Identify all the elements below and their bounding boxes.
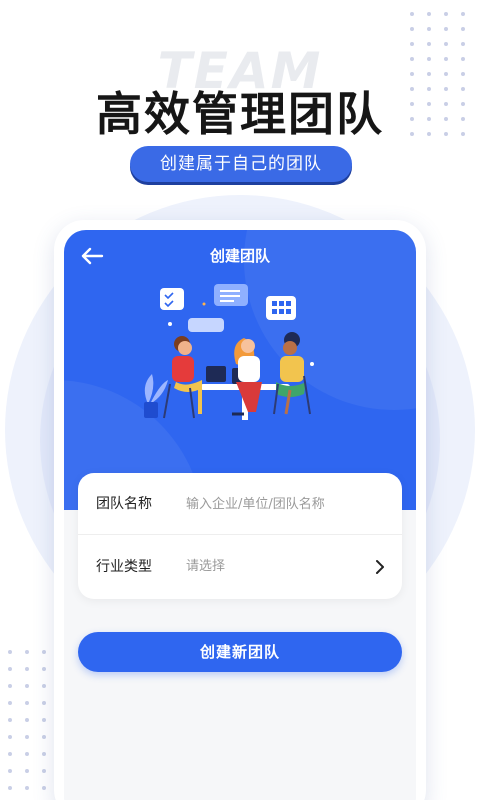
phone-mockup: 创建团队 团队名称 输入企业/单位/团队名称 行业类型 请选择 创建新团队: [54, 220, 426, 800]
team-name-label: 团队名称: [96, 496, 152, 512]
decorative-dot: [8, 650, 12, 654]
decorative-dot: [25, 735, 29, 739]
team-meeting-illustration: [144, 284, 314, 420]
decorative-dot: [25, 786, 29, 790]
team-name-row: 团队名称: [78, 473, 402, 535]
create-team-button[interactable]: 创建新团队: [78, 632, 402, 672]
decorative-dot: [25, 650, 29, 654]
decorative-dot: [25, 769, 29, 773]
decorative-dot: [42, 684, 46, 688]
decorative-dot: [42, 701, 46, 705]
decorative-dot: [8, 769, 12, 773]
nav-title: 创建团队: [209, 247, 270, 265]
decorative-dot: [461, 27, 465, 31]
decorative-dot: [25, 701, 29, 705]
decorative-dot: [8, 718, 12, 722]
decorative-dot: [410, 12, 414, 16]
decorative-dot: [42, 718, 46, 722]
headline: 高效管理团队: [96, 87, 384, 141]
industry-type-label: 行业类型: [96, 559, 152, 575]
decorative-dot: [42, 769, 46, 773]
decorative-dot: [25, 752, 29, 756]
app-screen: 创建团队 团队名称 输入企业/单位/团队名称 行业类型 请选择 创建新团队: [64, 230, 416, 800]
decorative-dot: [25, 667, 29, 671]
decorative-dot-grid: [8, 650, 46, 790]
decorative-dot: [410, 27, 414, 31]
decorative-dot: [8, 701, 12, 705]
decorative-dot: [8, 786, 12, 790]
subtitle-pill: 创建属于自己的团队: [130, 146, 352, 182]
decorative-dot: [25, 684, 29, 688]
industry-type-row[interactable]: 行业类型 请选择: [78, 536, 402, 598]
industry-type-select[interactable]: 请选择: [186, 536, 225, 598]
decorative-dot: [8, 735, 12, 739]
decorative-dot: [42, 752, 46, 756]
decorative-dot: [42, 786, 46, 790]
decorative-dot: [8, 752, 12, 756]
decorative-dot: [427, 12, 431, 16]
decorative-dot: [42, 650, 46, 654]
decorative-dot: [8, 684, 12, 688]
decorative-dot: [42, 667, 46, 671]
team-form-card: 团队名称 行业类型 请选择: [78, 473, 402, 599]
team-name-input[interactable]: [186, 493, 386, 515]
decorative-dot: [42, 735, 46, 739]
decorative-dot: [461, 12, 465, 16]
decorative-dot: [444, 27, 448, 31]
decorative-dot: [8, 667, 12, 671]
decorative-dot: [427, 27, 431, 31]
decorative-dot: [444, 12, 448, 16]
decorative-dot: [25, 718, 29, 722]
hero-header: 创建团队: [64, 230, 416, 680]
chevron-right-icon: [376, 560, 384, 574]
